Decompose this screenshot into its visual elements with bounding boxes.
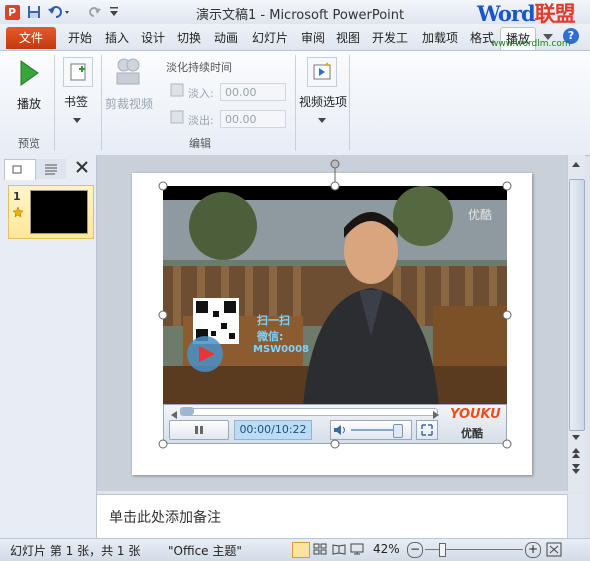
slide-count-status: 幻灯片 第 1 张，共 1 张	[10, 544, 141, 558]
scroll-thumb[interactable]	[569, 179, 585, 431]
undo-icon[interactable]	[46, 3, 74, 21]
reading-view-icon[interactable]	[332, 543, 346, 558]
slide-number: 1	[13, 190, 21, 203]
selection-handles	[158, 159, 512, 449]
close-pane-icon[interactable]	[75, 160, 89, 177]
title-bar: P 演示文稿1 - Microsoft PowerPoint Word联盟	[0, 0, 590, 26]
fade-in-icon	[170, 83, 184, 100]
tab-transitions[interactable]: 切换	[172, 27, 206, 49]
notes-scrollbar[interactable]	[567, 494, 585, 538]
fit-to-window-icon[interactable]	[546, 542, 562, 560]
scroll-up-icon[interactable]	[571, 157, 581, 171]
zoom-in-icon[interactable]: +	[525, 542, 541, 558]
group-separator	[349, 55, 350, 151]
group-preview-label: 预览	[18, 137, 40, 150]
outline-tab[interactable]	[36, 159, 66, 179]
bookmark-dropdown-icon[interactable]	[73, 113, 81, 127]
tab-view[interactable]: 视图	[332, 27, 364, 49]
previous-slide-icon[interactable]	[571, 447, 581, 462]
tab-slideshow[interactable]: 幻灯片	[246, 27, 294, 49]
tab-addins[interactable]: 加载项	[416, 27, 464, 49]
play-button[interactable]: 播放	[17, 95, 41, 112]
zoom-slider-thumb[interactable]	[439, 543, 446, 557]
window-title: 演示文稿1 - Microsoft PowerPoint	[196, 8, 405, 23]
tab-review[interactable]: 审阅	[296, 27, 330, 49]
scroll-down-icon[interactable]	[571, 431, 581, 445]
watermark-url: www.wordlm.com	[491, 39, 571, 49]
tab-file[interactable]: 文件	[6, 27, 56, 49]
ribbon-playback: 播放 预览 书签 剪裁视频 淡化持续时间 淡入: 00.00 淡出: 00.00…	[0, 50, 590, 156]
video-options-dropdown-icon[interactable]	[318, 113, 326, 127]
notes-pane[interactable]: 单击此处添加备注	[97, 494, 567, 539]
animation-star-icon	[12, 206, 24, 221]
slideshow-view-icon[interactable]	[350, 543, 364, 558]
fade-in-spinner[interactable]: 00.00	[220, 83, 286, 101]
slide-thumbnail[interactable]	[30, 190, 88, 234]
slides-tab[interactable]	[4, 159, 36, 180]
customize-qat-icon[interactable]	[108, 3, 120, 21]
tab-design[interactable]: 设计	[136, 27, 170, 49]
watermark-brand-lianmeng: 联盟	[534, 1, 576, 26]
vertical-scrollbar[interactable]	[567, 155, 585, 491]
video-options-icon[interactable]	[307, 57, 337, 87]
group-separator	[295, 55, 296, 151]
zoom-level[interactable]: 42%	[373, 542, 400, 556]
add-bookmark-icon[interactable]	[63, 57, 93, 87]
fade-in-label: 淡入:	[188, 87, 214, 100]
notes-placeholder[interactable]: 单击此处添加备注	[109, 507, 221, 527]
trim-video-button[interactable]: 剪裁视频	[105, 95, 153, 112]
slide-sorter-icon[interactable]	[313, 543, 327, 558]
tab-developer[interactable]: 开发工	[366, 27, 414, 49]
tab-animations[interactable]: 动画	[208, 27, 244, 49]
status-bar: 幻灯片 第 1 张，共 1 张 "Office 主题" 42% − +	[0, 538, 590, 561]
tab-insert[interactable]: 插入	[100, 27, 134, 49]
theme-status[interactable]: "Office 主题"	[168, 542, 242, 559]
fade-out-icon	[170, 110, 184, 127]
video-options-button[interactable]: 视频选项	[299, 93, 347, 110]
app-icon-letter: P	[4, 4, 20, 20]
tab-home[interactable]: 开始	[62, 27, 98, 49]
play-icon[interactable]	[18, 59, 40, 90]
bookmark-button[interactable]: 书签	[64, 93, 88, 110]
fade-out-label: 淡出:	[188, 114, 214, 127]
normal-view-icon[interactable]	[292, 542, 310, 558]
group-separator	[54, 55, 55, 151]
group-separator	[101, 55, 102, 151]
fade-duration-title: 淡化持续时间	[166, 61, 232, 74]
trim-video-icon	[114, 55, 142, 90]
watermark-brand-word: Word	[477, 1, 536, 26]
save-icon[interactable]	[25, 3, 43, 21]
group-edit-label: 编辑	[189, 137, 211, 150]
fade-out-spinner[interactable]: 00.00	[220, 110, 286, 128]
next-slide-icon[interactable]	[571, 463, 581, 478]
powerpoint-app-icon[interactable]: P	[3, 3, 21, 21]
redo-icon[interactable]	[86, 3, 104, 21]
zoom-out-icon[interactable]: −	[407, 542, 423, 558]
